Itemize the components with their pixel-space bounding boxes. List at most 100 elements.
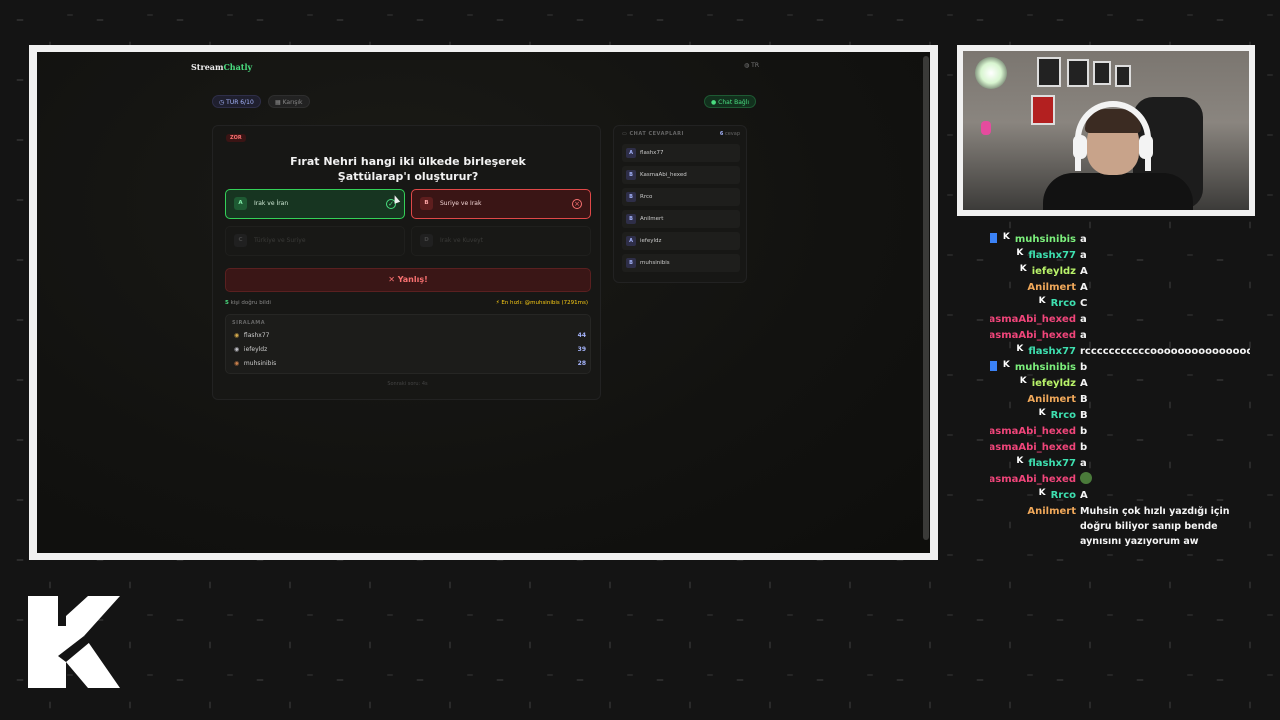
globe-icon: ◍: [744, 62, 750, 69]
ranking-name: flashx77: [243, 332, 270, 339]
ranking-name: muhsinibis: [243, 360, 277, 367]
chat-answers-panel: ▭ CHAT CEVAPLARI 6 cevap Aflashx77 B Kasm…: [613, 125, 747, 283]
browser-capture: StreamChatly ◍ TR ◷ TUR 6/10 ▦ Karışık ●…: [29, 45, 938, 560]
chat-username: Rrco: [1050, 298, 1076, 309]
chat-text: b: [1080, 426, 1088, 437]
chat-message: Kiefeyldz A: [990, 264, 1250, 280]
kick-badge-icon: K: [1016, 344, 1024, 354]
chat-text: A: [1080, 378, 1088, 389]
chat-username: KasmaAbi_hexed: [990, 314, 1076, 325]
chat-text: C: [1080, 298, 1088, 309]
chat-message: Kmuhsinibis b: [990, 360, 1250, 376]
streamer-body: [1043, 173, 1193, 210]
chat-answers-count: 6 cevap: [720, 131, 740, 137]
chat-username: flashx77: [1028, 250, 1076, 261]
chat-username: iefeyldz: [1031, 378, 1076, 389]
chat-text: a: [1080, 250, 1087, 261]
kick-badge-icon: K: [1038, 488, 1046, 498]
ranking-name: iefeyldz: [243, 346, 268, 353]
kick-badge-icon: K: [1002, 232, 1010, 242]
chat-author[interactable]: Kiefeyldz: [1018, 264, 1076, 280]
brand-first: Stream: [191, 62, 224, 72]
option-a[interactable]: A Irak ve İran ✓: [225, 189, 405, 219]
answer-user: flashx77: [640, 150, 664, 156]
chat-author[interactable]: KKasmaAbi_hexed: [990, 312, 1076, 328]
brand-logo[interactable]: StreamChatly: [191, 62, 252, 72]
chat-message: Anilmert A: [990, 280, 1250, 296]
option-letter: C: [234, 234, 247, 247]
chat-message: KKasmaAbi_hexed b: [990, 424, 1250, 440]
next-question-timer: Sonraki soru: 4s: [387, 381, 428, 387]
chat-author[interactable]: K Rrco: [1037, 408, 1076, 424]
chat-text: a: [1080, 458, 1087, 469]
ranking-score: 39: [577, 346, 586, 353]
headset-earcup: [1139, 135, 1153, 159]
category-label: Karışık: [282, 99, 303, 106]
chat-text: A: [1080, 490, 1088, 501]
chat-author[interactable]: Anilmert: [1027, 280, 1076, 296]
option-letter: A: [234, 197, 247, 210]
option-label: Irak ve Kuveyt: [440, 237, 484, 244]
medal-icon: ◉: [234, 360, 240, 367]
chat-message: K Rrco B: [990, 408, 1250, 424]
timer-icon: ◷: [219, 99, 225, 106]
chat-author[interactable]: KKasmaAbi_hexed: [990, 424, 1076, 440]
chat-author[interactable]: Kflashx77: [1014, 248, 1076, 264]
option-letter: B: [420, 197, 433, 210]
chat-author[interactable]: Kiefeyldz: [1018, 376, 1076, 392]
answer-user: Rrco: [640, 194, 653, 200]
answer-user: Anilmert: [640, 216, 664, 222]
answer-user: iefeyldz: [640, 238, 662, 244]
chat-username: KasmaAbi_hexed: [990, 474, 1076, 485]
page-scrollbar[interactable]: [923, 56, 929, 540]
chat-author[interactable]: K Rrco: [1037, 488, 1076, 504]
bolt-icon: ⚡: [495, 300, 500, 306]
option-label: Türkiye ve Suriye: [254, 237, 306, 244]
x-circle-icon: ×: [572, 199, 582, 209]
option-letter: D: [420, 234, 433, 247]
chat-author[interactable]: KKasmaAbi_hexed: [990, 328, 1076, 344]
answer-letter: A: [626, 236, 636, 246]
kick-badge-icon: K: [1002, 360, 1010, 370]
answer-letter: B: [626, 170, 636, 180]
correct-count: 5 kişi doğru bildi: [225, 300, 271, 306]
round-badge: ◷ TUR 6/10: [212, 95, 261, 108]
chat-username[interactable]: Anilmert: [1027, 504, 1076, 520]
ranking-row: ◉ iefeyldz 39: [234, 344, 586, 356]
chat-username: muhsinibis: [1014, 362, 1076, 373]
chat-author[interactable]: Kmuhsinibis: [990, 232, 1076, 248]
option-d[interactable]: D Irak ve Kuveyt: [411, 226, 591, 256]
chat-message: KKasmaAbi_hexed: [990, 472, 1250, 488]
kick-badge-icon: K: [1038, 296, 1046, 306]
correct-suffix: kişi doğru bildi: [228, 300, 271, 306]
chat-author[interactable]: Kflashx77: [1014, 344, 1076, 360]
answer-letter: B: [626, 214, 636, 224]
chat-author[interactable]: Kflashx77: [1014, 456, 1076, 472]
chat-username: Rrco: [1050, 490, 1076, 501]
chat-author[interactable]: K Rrco: [1037, 296, 1076, 312]
chat-text: B: [1080, 410, 1088, 421]
chat-author[interactable]: KKasmaAbi_hexed: [990, 440, 1076, 456]
wall-frame: [1115, 65, 1131, 87]
chat-author[interactable]: Anilmert: [1027, 392, 1076, 408]
ranking-score: 44: [577, 332, 586, 339]
chat-answer-row: B KasmaAbi_hexed: [622, 166, 740, 184]
round-label: TUR 6/10: [226, 99, 254, 106]
subscriber-badge-icon: [990, 361, 997, 371]
language-switch[interactable]: ◍ TR: [744, 62, 759, 69]
chat-text: b: [1080, 442, 1088, 453]
brand-second: Chatly: [223, 62, 253, 72]
chat-username: KasmaAbi_hexed: [990, 426, 1076, 437]
ranking-row: ◉ muhsinibis 28: [234, 358, 586, 370]
chat-answers-title: ▭ CHAT CEVAPLARI: [622, 131, 684, 137]
chat-author[interactable]: Kmuhsinibis: [990, 360, 1076, 376]
chat-author[interactable]: KKasmaAbi_hexed: [990, 472, 1076, 488]
option-b[interactable]: B Suriye ve Irak ×: [411, 189, 591, 219]
chat-username: KasmaAbi_hexed: [990, 442, 1076, 453]
chat-status-label: Chat Bağlı: [718, 99, 750, 106]
chat-username: flashx77: [1028, 346, 1076, 357]
x-icon: ✕: [388, 275, 395, 284]
ranking-title: SIRALAMA: [232, 320, 266, 326]
kick-badge-icon: K: [1038, 408, 1046, 418]
option-c[interactable]: C Türkiye ve Suriye: [225, 226, 405, 256]
